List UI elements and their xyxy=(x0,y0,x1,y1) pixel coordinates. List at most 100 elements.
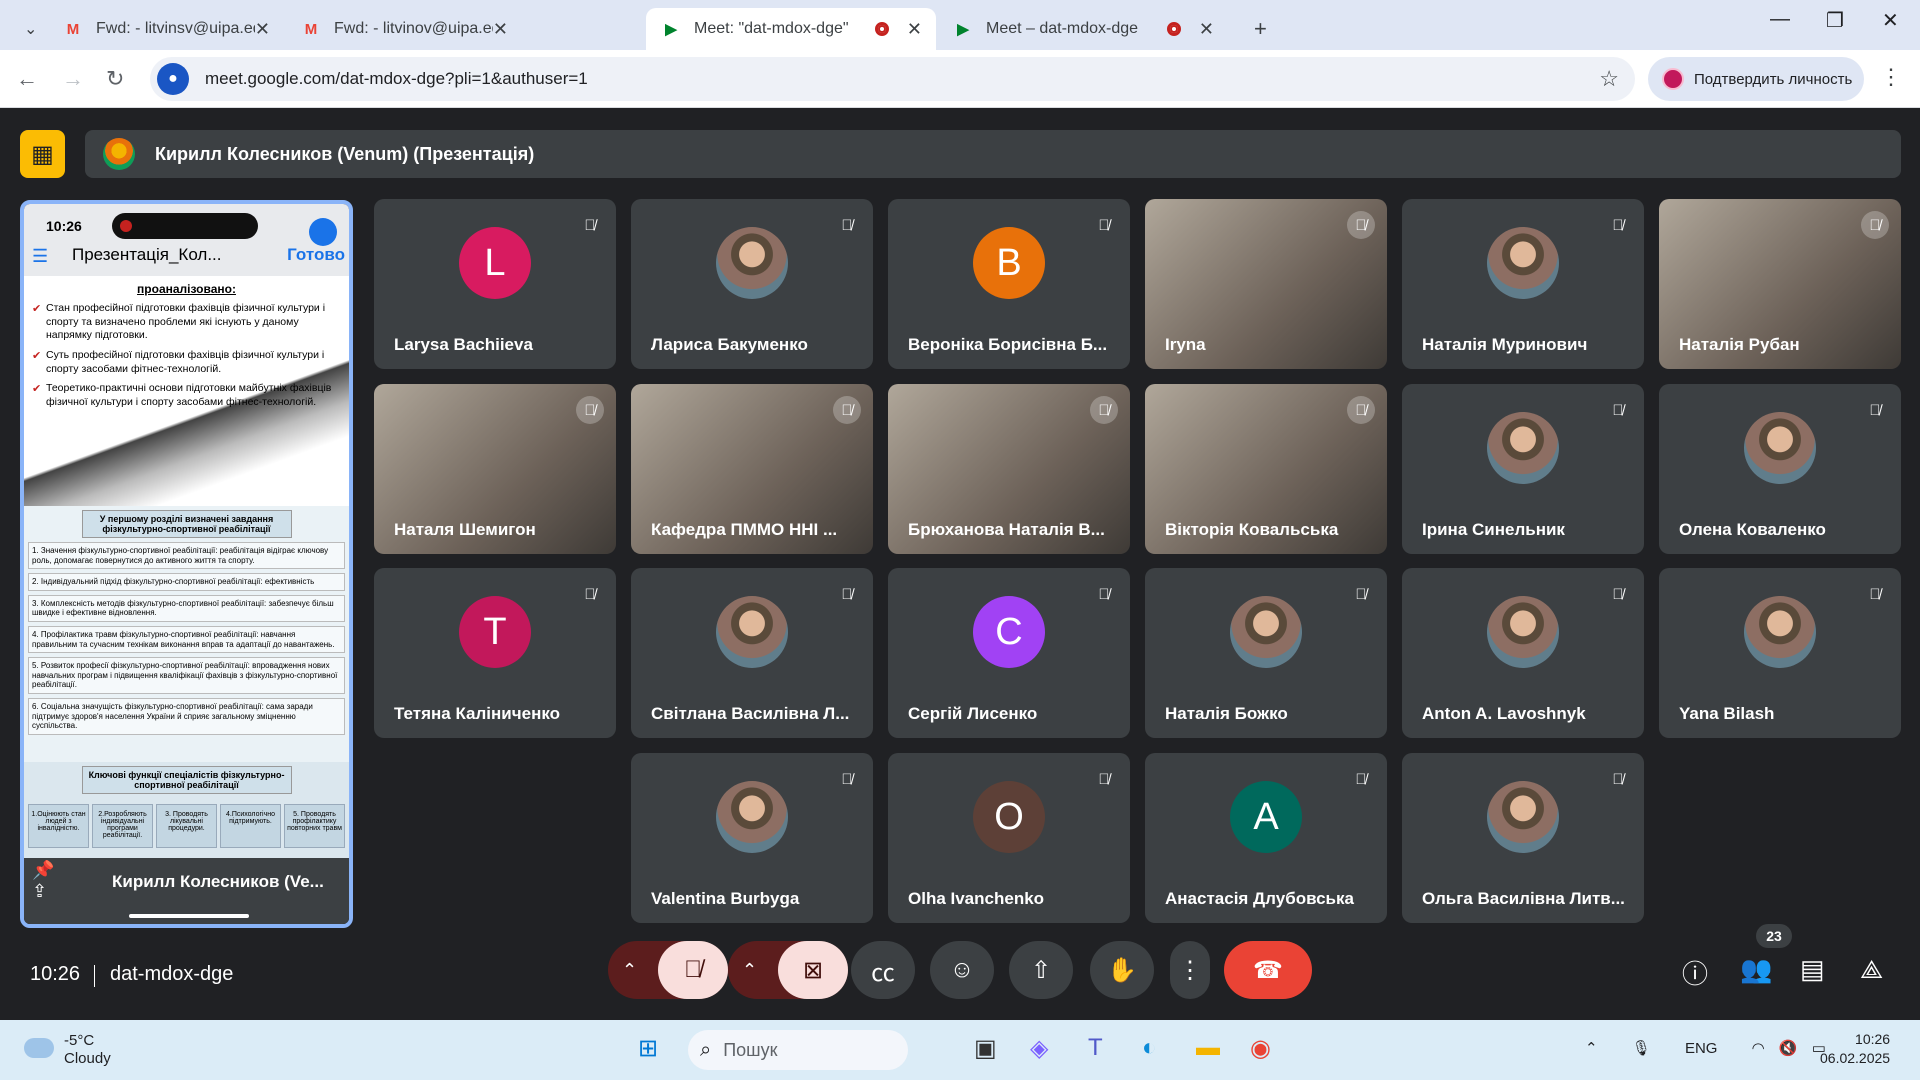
avatar xyxy=(1744,412,1816,484)
tray-chevron-icon[interactable]: ⌃ xyxy=(1585,1040,1598,1057)
camera-toggle-button[interactable]: ⊠ xyxy=(778,941,848,999)
slide-cell: 5. Проводять профілактику повторних трав… xyxy=(284,804,345,848)
people-icon[interactable]: 👥 xyxy=(1740,954,1772,985)
participant-tile[interactable]: O 🎙̸ Olha Ivanchenko xyxy=(888,753,1130,923)
presentation-icon[interactable]: ▦ xyxy=(20,130,65,178)
mic-off-icon: 🎙̸ xyxy=(684,956,702,983)
info-icon[interactable]: ⓘ xyxy=(1682,954,1708,991)
taskbar-search[interactable]: ⌕ Пошук xyxy=(688,1030,908,1070)
participant-tile[interactable]: 🎙̸ Anton A. Lavoshnyk xyxy=(1402,568,1644,738)
participant-tile[interactable]: 🎙̸ Наталя Шемигон xyxy=(374,384,616,554)
chat-icon[interactable]: ▤ xyxy=(1800,954,1825,985)
participant-tile[interactable]: 🎙̸ Yana Bilash xyxy=(1659,568,1901,738)
slide-title: У першому розділі визначені завдання фіз… xyxy=(81,510,292,538)
participant-tile[interactable]: 🎙̸ Світлана Василівна Л... xyxy=(631,568,873,738)
participant-tile[interactable]: В 🎙̸ Вероніка Борисівна Б... xyxy=(888,199,1130,369)
raise-hand-button[interactable]: ✋ xyxy=(1090,941,1154,999)
reactions-button[interactable]: ☺ xyxy=(930,941,994,999)
participant-tile[interactable]: A 🎙̸ Анастасія Длубовська xyxy=(1145,753,1387,923)
avatar xyxy=(716,781,788,853)
bookmark-star-icon[interactable]: ☆ xyxy=(1599,66,1619,92)
activities-icon[interactable]: ⟁ xyxy=(1860,954,1883,986)
participant-name: Yana Bilash xyxy=(1679,704,1775,723)
participant-tile[interactable]: 🎙̸ Ольга Василівна Литв... xyxy=(1402,753,1644,923)
participant-tile[interactable]: 🎙̸ Наталія Рубан xyxy=(1659,199,1901,369)
meeting-code: dat-mdox-dge xyxy=(110,963,234,985)
new-tab-button[interactable]: + xyxy=(1240,8,1280,50)
participant-tile[interactable]: С 🎙̸ Сергій Лисенко xyxy=(888,568,1130,738)
participant-tile[interactable]: 🎙̸ Лариса Бакуменко xyxy=(631,199,873,369)
wifi-icon[interactable]: ◠ xyxy=(1752,1040,1765,1057)
volume-muted-icon[interactable]: 🔇 xyxy=(1779,1040,1798,1057)
more-options-button[interactable]: ⋮ xyxy=(1170,941,1210,999)
tab-search-button[interactable]: ⌄ xyxy=(10,8,40,50)
slide-bullet: Стан професійної підготовки фахівців фіз… xyxy=(32,302,339,343)
reload-icon[interactable]: ↻ xyxy=(106,66,124,92)
participant-tile[interactable]: Т 🎙̸ Тетяна Каліниченко xyxy=(374,568,616,738)
file-explorer-icon[interactable]: ▬ xyxy=(1196,1034,1220,1062)
mic-tray-icon[interactable]: 🎙 xyxy=(1632,1040,1651,1057)
participant-name: Наталія Рубан xyxy=(1679,335,1800,354)
participant-tile[interactable]: L 🎙̸ Larysa Bachiieva xyxy=(374,199,616,369)
windows-start-icon[interactable]: ⊞ xyxy=(638,1034,658,1063)
captions-icon: ㏄ xyxy=(871,959,895,987)
maximize-icon[interactable]: ❐ xyxy=(1826,8,1844,33)
url-text[interactable]: meet.google.com/dat-mdox-dge?pli=1&authu… xyxy=(205,69,588,89)
present-button[interactable]: ⇧ xyxy=(1009,941,1073,999)
verify-identity-button[interactable]: Подтвердить личность xyxy=(1648,57,1864,101)
participant-tile[interactable]: 🎙̸ Наталія Муринович xyxy=(1402,199,1644,369)
close-icon[interactable]: ✕ xyxy=(1199,19,1214,40)
participant-name: Наталія Муринович xyxy=(1422,335,1588,354)
participant-tile[interactable]: 🎙̸ Наталія Божко xyxy=(1145,568,1387,738)
windows-taskbar: -5°C Cloudy ⊞ ⌕ Пошук ▣ ◈ T ◐ ▬ ◉ ⌃ 🎙 EN… xyxy=(0,1020,1920,1080)
avatar xyxy=(1487,227,1559,299)
participant-tile[interactable]: 🎙̸ Олена Коваленко xyxy=(1659,384,1901,554)
audio-icon xyxy=(309,218,337,246)
clock-area[interactable]: 10:26 06.02.2025 xyxy=(1820,1030,1890,1068)
tab-meet-active[interactable]: ▶ Meet: "dat-mdox-dge" ✕ xyxy=(646,8,936,50)
slide-bullet: Суть професійної підготовки фахівців фіз… xyxy=(32,349,339,376)
forward-icon[interactable]: → xyxy=(62,66,84,92)
back-icon[interactable]: ← xyxy=(16,66,38,92)
copilot-icon[interactable]: ◈ xyxy=(1030,1034,1048,1063)
slide-cell: 4.Психологічно підтримують. xyxy=(220,804,281,848)
meeting-controls: 10:26 dat-mdox-dge ⌃ 🎙̸ ⌃ ⊠ ㏄ ☺ ⇧ ✋ ⋮ ☎ … xyxy=(0,924,1920,1020)
tab-gmail-1[interactable]: M Fwd: - litvinsv@uipa.edu.ua - по ✕ xyxy=(48,8,284,50)
slide-cell: 1.Оцінюють стан людей з інвалідністю. xyxy=(28,804,89,848)
participant-tile[interactable]: 🎙̸ Кафедра ПММО ННІ ... xyxy=(631,384,873,554)
camera-options-chevron-icon[interactable]: ⌃ xyxy=(742,960,757,981)
address-bar[interactable]: ● meet.google.com/dat-mdox-dge?pli=1&aut… xyxy=(150,57,1635,101)
leave-call-button[interactable]: ☎ xyxy=(1224,941,1312,999)
participant-tile[interactable]: 🎙̸ Valentina Burbyga xyxy=(631,753,873,923)
mic-options-chevron-icon[interactable]: ⌃ xyxy=(622,960,637,981)
slide-item: 2. Індивідуальний підхід фізкультурно-сп… xyxy=(28,573,345,591)
slide-item: 6. Соціальна значущість фізкультурно-спо… xyxy=(28,697,345,735)
participant-tile[interactable]: 🎙̸ Iryna xyxy=(1145,199,1387,369)
gmail-icon: M xyxy=(66,20,80,38)
minimize-icon[interactable]: — xyxy=(1770,8,1790,31)
window-close-icon[interactable]: ✕ xyxy=(1882,8,1899,33)
mic-indicator-icon[interactable]: ● xyxy=(157,63,189,95)
participant-name: Ірина Синельник xyxy=(1422,520,1565,539)
tab-gmail-2[interactable]: M Fwd: - litvinov@uipa.edu.ua - П ✕ xyxy=(286,8,522,50)
participant-tile[interactable]: 🎙̸ Вікторія Ковальська xyxy=(1145,384,1387,554)
browser-menu-icon[interactable]: ⋮ xyxy=(1880,64,1902,90)
mic-off-icon: 🎙̸ xyxy=(1098,770,1110,788)
captions-button[interactable]: ㏄ xyxy=(851,941,915,999)
close-icon[interactable]: ✕ xyxy=(493,19,508,40)
close-icon[interactable]: ✕ xyxy=(255,19,270,40)
participant-tile[interactable]: 🎙̸ Брюханова Наталія В... xyxy=(888,384,1130,554)
task-view-icon[interactable]: ▣ xyxy=(974,1034,997,1063)
edge-icon[interactable]: ◐ xyxy=(1142,1034,1157,1062)
close-icon[interactable]: ✕ xyxy=(907,19,922,40)
teams-icon[interactable]: T xyxy=(1088,1034,1103,1062)
weather-temp: -5°C xyxy=(64,1032,95,1049)
presenter-tile[interactable]: 10:26 ☰ Презентація_Кол... Готово проана… xyxy=(20,200,353,928)
mic-toggle-button[interactable]: 🎙̸ xyxy=(658,941,728,999)
language-indicator[interactable]: ENG xyxy=(1685,1040,1718,1057)
chrome-icon[interactable]: ◉ xyxy=(1250,1034,1271,1063)
participant-tile[interactable]: 🎙̸ Ірина Синельник xyxy=(1402,384,1644,554)
pin-icon[interactable]: 📌 ⇪ xyxy=(32,860,54,902)
plus-icon: + xyxy=(1254,16,1267,41)
tab-meet-2[interactable]: ▶ Meet – dat-mdox-dge ✕ xyxy=(938,8,1228,50)
